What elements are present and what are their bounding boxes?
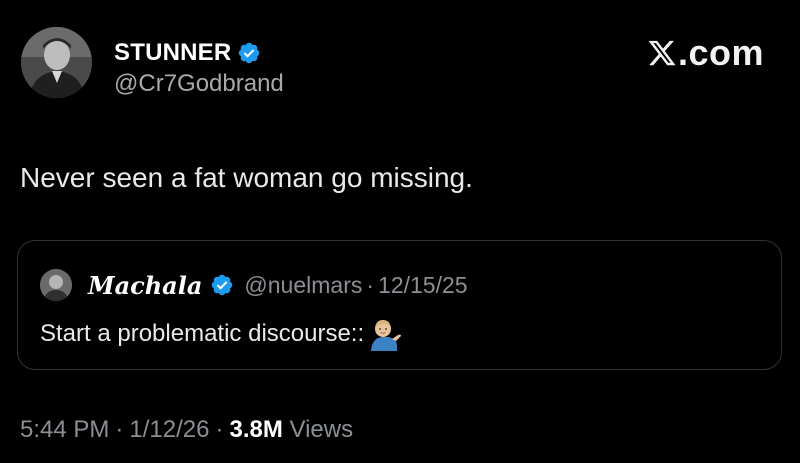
verified-badge-icon — [210, 273, 234, 297]
views-count[interactable]: 3.8M — [229, 416, 282, 443]
quote-separator: · — [366, 271, 375, 298]
author-avatar[interactable] — [21, 27, 92, 98]
x-logo-icon — [647, 38, 677, 68]
tweet-footer: 5:44 PM · 1/12/26 · 3.8M Views — [20, 416, 353, 444]
verified-badge-icon — [237, 41, 261, 65]
quote-text-row: Start a problematic discourse:: — [40, 317, 402, 351]
footer-separator: · — [215, 416, 224, 443]
quote-profile-photo — [40, 269, 72, 301]
brand-domain: .com — [677, 32, 764, 73]
quote-text: Start a problematic discourse:: — [40, 320, 365, 347]
footer-separator: · — [115, 416, 124, 443]
quote-handle[interactable]: @nuelmars — [244, 272, 362, 298]
tweet-date[interactable]: 1/12/26 — [129, 416, 209, 443]
tweet-text: Never seen a fat woman go missing. — [20, 162, 473, 193]
tweet-screenshot: STUNNER @Cr7Godbrand .com Never seen a f… — [0, 0, 800, 463]
tweet-time[interactable]: 5:44 PM — [20, 416, 109, 443]
quote-meta: @nuelmars · 12/15/25 — [244, 272, 467, 299]
quote-header: 𝑴𝒂𝒄𝒉𝒂𝒍𝒂 @nuelmars · 12/15/25 — [88, 269, 468, 301]
person-tipping-hand-emoji — [368, 317, 402, 351]
quote-date[interactable]: 12/15/25 — [378, 272, 468, 298]
brand-watermark: .com — [647, 32, 764, 74]
profile-photo — [21, 27, 92, 98]
quote-author-avatar[interactable] — [40, 269, 72, 301]
quoted-tweet-card[interactable]: 𝑴𝒂𝒄𝒉𝒂𝒍𝒂 @nuelmars · 12/15/25 Start a probl… — [17, 240, 782, 370]
author-display-name[interactable]: STUNNER — [114, 39, 231, 67]
quote-display-name[interactable]: 𝑴𝒂𝒄𝒉𝒂𝒍𝒂 — [88, 271, 202, 300]
author-name-row: STUNNER — [114, 38, 261, 68]
author-handle[interactable]: @Cr7Godbrand — [114, 70, 284, 98]
views-label: Views — [289, 416, 354, 443]
